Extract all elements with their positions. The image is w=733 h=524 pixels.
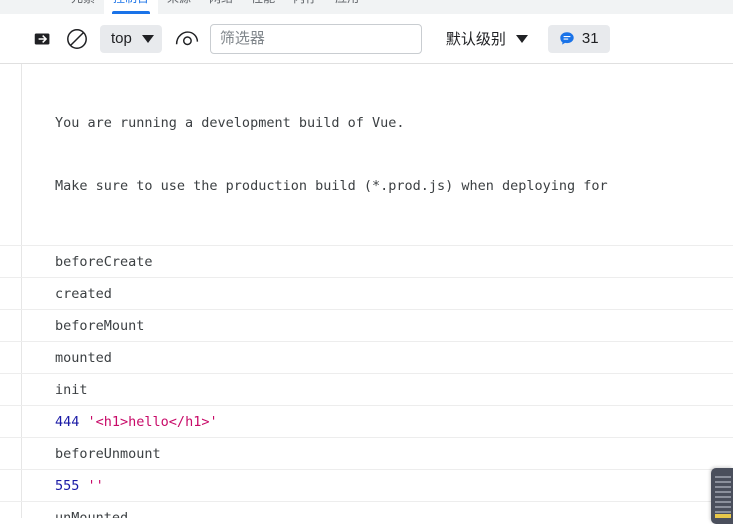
log-level-selector[interactable]: 默认级别 (440, 25, 534, 53)
tab-memory[interactable]: 内存 (284, 0, 326, 14)
log-row[interactable]: 555 '' (0, 470, 733, 502)
filter-input-wrapper[interactable] (209, 23, 422, 54)
corner-widget-accent (715, 514, 731, 518)
tab-console[interactable]: 控制台 (104, 0, 159, 14)
tab-network[interactable]: 网络 (200, 0, 242, 14)
log-row[interactable]: created (0, 278, 733, 310)
clear-console-button[interactable] (30, 26, 56, 52)
log-message-line: You are running a development build of V… (55, 115, 405, 131)
log-string-value: '<h1>hello</h1>' (87, 414, 218, 430)
console-log-area[interactable]: You are running a development build of V… (0, 64, 733, 518)
log-number-value: 555 (55, 478, 80, 494)
no-entry-icon (67, 28, 87, 49)
log-message-line: Make sure to use the production build (*… (55, 178, 608, 194)
log-level-label: 默认级别 (445, 31, 506, 48)
message-count-badge[interactable]: 31 (547, 24, 610, 53)
message-bubble-icon (560, 31, 574, 45)
tab-performance[interactable]: 性能 (242, 0, 284, 14)
execution-context-label: top (111, 30, 132, 47)
chevron-down-icon (515, 34, 528, 43)
log-row[interactable]: beforeCreate (0, 246, 733, 278)
devtools-tab-strip: 元素 控制台 来源 网络 性能 内存 应用 (0, 0, 733, 14)
log-row[interactable]: mounted (0, 342, 733, 374)
execution-context-selector[interactable]: top (100, 24, 162, 53)
log-row[interactable]: You are running a development build of V… (0, 64, 733, 246)
log-number-value: 444 (55, 414, 80, 430)
console-toolbar: top 默认级别 31 (0, 14, 733, 64)
clear-console-icon (34, 33, 50, 44)
log-string-value: '' (87, 478, 104, 494)
tab-elements[interactable]: 元素 (62, 0, 104, 14)
log-row[interactable]: 444 '<h1>hello</h1>' (0, 406, 733, 438)
chevron-down-icon (141, 34, 154, 43)
live-expression-button[interactable] (172, 25, 202, 53)
log-row[interactable]: beforeMount (0, 310, 733, 342)
corner-widget[interactable] (711, 468, 733, 524)
message-count: 31 (581, 30, 599, 47)
tab-sources[interactable]: 来源 (158, 0, 200, 14)
log-row[interactable]: init (0, 374, 733, 406)
tab-application[interactable]: 应用 (326, 0, 368, 14)
filter-input[interactable] (210, 24, 421, 53)
log-row[interactable]: beforeUnmount (0, 438, 733, 470)
eye-icon (175, 30, 198, 45)
no-entry-button[interactable] (64, 26, 90, 52)
corner-widget-stripes (715, 476, 731, 516)
log-row[interactable]: unMounted (0, 502, 733, 518)
